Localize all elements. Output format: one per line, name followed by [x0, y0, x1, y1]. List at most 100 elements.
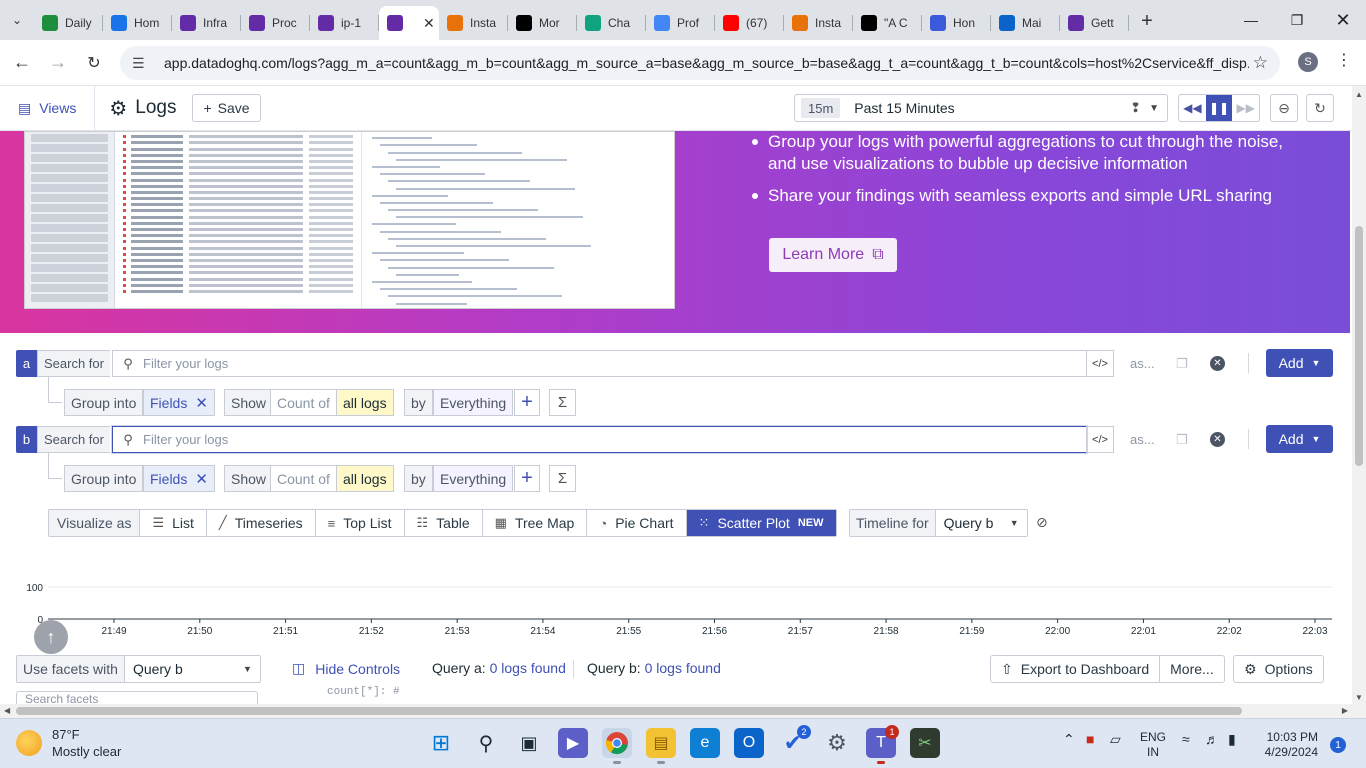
edge-icon[interactable]: e [690, 728, 720, 758]
url-omnibox[interactable]: ☰ app.datadoghq.com/logs?agg_m_a=count&a… [120, 46, 1280, 80]
query-b-search-input[interactable]: ⚲ [112, 426, 1087, 453]
facet-search-input[interactable]: Search facets [16, 691, 258, 705]
visualize-pie-chart-button[interactable]: ◔ Pie Chart [587, 510, 687, 536]
measure-selector[interactable]: all logs [336, 465, 394, 492]
hide-controls-button[interactable]: ◫ Hide Controls [292, 660, 400, 677]
browser-tab[interactable]: Insta [439, 6, 508, 40]
save-button[interactable]: + Save [192, 94, 261, 122]
query-alias[interactable]: as... [1130, 356, 1155, 371]
pdf-tray-icon[interactable]: ■ [1086, 731, 1094, 747]
timeline-selector[interactable]: Timeline for Query b ▼ [849, 509, 1028, 537]
remove-icon[interactable]: ✕ [195, 470, 208, 488]
scrollbar-thumb[interactable] [16, 707, 1242, 715]
meet-icon[interactable]: ▶ [558, 728, 588, 758]
close-tab-icon[interactable]: ✕ [423, 15, 435, 32]
browser-tab[interactable]: Insta [784, 6, 853, 40]
battery-icon[interactable]: ▮ [1228, 731, 1236, 748]
visualize-tree-map-button[interactable]: ▦ Tree Map [483, 510, 588, 536]
browser-tab[interactable]: Daily [34, 6, 103, 40]
todo-icon[interactable]: ✔ 2 [778, 725, 811, 758]
scroll-up-icon[interactable]: ▲ [1355, 90, 1363, 99]
visualize-scatter-plot-button[interactable]: ⁙ Scatter Plot NEW [686, 510, 836, 536]
settings-gear-icon[interactable]: ⚙ [822, 728, 852, 758]
forward-icon[interactable]: → [40, 45, 76, 81]
browser-tab[interactable]: Hon [922, 6, 991, 40]
profile-avatar[interactable]: S [1298, 52, 1318, 72]
windows-start-icon[interactable]: ⊞ [426, 728, 456, 758]
horizontal-scrollbar[interactable]: ◀ ▶ [0, 704, 1366, 718]
reload-icon[interactable]: ↻ [76, 45, 112, 81]
time-range-selector[interactable]: 15m Past 15 Minutes ❢ ▼ [794, 94, 1168, 122]
query-b-result-link[interactable]: 0 logs found [645, 660, 721, 676]
wifi-icon[interactable]: ≈ [1182, 731, 1190, 747]
formula-sigma-icon[interactable]: Σ [549, 389, 576, 416]
search-icon[interactable]: ⚲ [471, 728, 501, 758]
back-icon[interactable]: ← [4, 45, 40, 81]
remove-query-icon[interactable]: ✕ [1210, 356, 1225, 371]
tray-app-icon[interactable]: ▱ [1110, 731, 1121, 748]
zoom-out-icon[interactable]: ⊖ [1270, 94, 1298, 122]
learn-more-button[interactable]: Learn More ⧉ [769, 238, 897, 272]
remove-query-icon[interactable]: ✕ [1210, 432, 1225, 447]
query-a-search-input[interactable]: ⚲ [112, 350, 1087, 377]
pause-icon[interactable]: ❚❚ [1205, 95, 1233, 121]
site-settings-icon[interactable]: ☰ [132, 55, 150, 72]
scroll-to-top-icon[interactable]: ↑ [34, 620, 68, 654]
teams-icon[interactable]: T1 [866, 725, 899, 764]
options-button[interactable]: ⚙ Options [1233, 655, 1324, 683]
url-text[interactable]: app.datadoghq.com/logs?agg_m_a=count&agg… [164, 55, 1249, 71]
query-b-filter-input[interactable] [143, 432, 1043, 447]
chrome-taskbar-icon[interactable] [602, 728, 632, 764]
use-facets-selector[interactable]: Use facets with Query b ▼ [16, 655, 261, 683]
aggregation-selector[interactable]: Count of [270, 389, 337, 416]
aggregation-selector[interactable]: Count of [270, 465, 337, 492]
weather-widget[interactable]: 87°F Mostly clear [16, 726, 121, 760]
refresh-icon[interactable]: ↻ [1306, 94, 1334, 122]
restore-icon[interactable]: ❐ [1274, 0, 1320, 40]
query-a-filter-input[interactable] [143, 356, 1043, 371]
code-view-icon[interactable]: </> [1086, 350, 1114, 377]
group-fields-pill[interactable]: Fields ✕ [143, 389, 215, 416]
notification-badge[interactable]: 1 [1330, 737, 1346, 753]
group-by-selector[interactable]: Everything [433, 389, 514, 416]
browser-tab[interactable]: Mai [991, 6, 1060, 40]
browser-tab[interactable]: ip-1 [310, 6, 379, 40]
remove-icon[interactable]: ✕ [195, 394, 208, 412]
browser-tab[interactable]: Cha [577, 6, 646, 40]
language-indicator[interactable]: ENG IN [1140, 730, 1166, 760]
visualize-top-list-button[interactable]: ≡ Top List [316, 510, 405, 536]
measure-selector[interactable]: all logs [336, 389, 394, 416]
facets-query-dropdown[interactable]: Query b ▼ [125, 656, 260, 682]
browser-tab[interactable]: Proc [241, 6, 310, 40]
clone-query-icon[interactable]: ❐ [1176, 432, 1188, 448]
visualize-list-button[interactable]: ☰ List [140, 510, 207, 536]
views-button[interactable]: ▤ Views [0, 85, 96, 131]
add-group-icon[interactable]: + [514, 389, 540, 416]
system-clock[interactable]: 10:03 PM 4/29/2024 [1238, 730, 1318, 760]
query-a-result-link[interactable]: 0 logs found [490, 660, 566, 676]
rewind-icon[interactable]: ◀◀ [1179, 95, 1206, 121]
add-group-icon[interactable]: + [514, 465, 540, 492]
snipping-tool-icon[interactable]: ✂ [910, 728, 940, 758]
close-window-icon[interactable]: ✕ [1320, 0, 1366, 40]
formula-sigma-icon[interactable]: Σ [549, 465, 576, 492]
browser-tab[interactable]: Hom [103, 6, 172, 40]
pin-icon[interactable]: ❢ [1130, 100, 1141, 116]
scroll-down-icon[interactable]: ▼ [1355, 693, 1363, 702]
browser-menu-icon[interactable]: ⋮ [1336, 50, 1352, 70]
add-query-button[interactable]: Add ▼ [1266, 425, 1333, 453]
visualize-table-button[interactable]: ☷ Table [405, 510, 483, 536]
browser-tab[interactable]: ✕ [379, 6, 439, 40]
clone-query-icon[interactable]: ❐ [1176, 356, 1188, 372]
task-view-icon[interactable]: ▣ [514, 728, 544, 758]
fast-forward-icon[interactable]: ▶▶ [1232, 95, 1259, 121]
browser-tab[interactable]: (67) [715, 6, 784, 40]
browser-tab[interactable]: Prof [646, 6, 715, 40]
tab-search-chevron-icon[interactable]: ⌄ [0, 0, 34, 40]
group-fields-pill[interactable]: Fields ✕ [143, 465, 215, 492]
chevron-up-icon[interactable]: ⌃ [1063, 731, 1075, 748]
group-by-selector[interactable]: Everything [433, 465, 514, 492]
browser-tab[interactable]: Mor [508, 6, 577, 40]
hide-timeline-eye-off-icon[interactable]: ⊘ [1036, 514, 1048, 531]
browser-tab[interactable]: Infra [172, 6, 241, 40]
